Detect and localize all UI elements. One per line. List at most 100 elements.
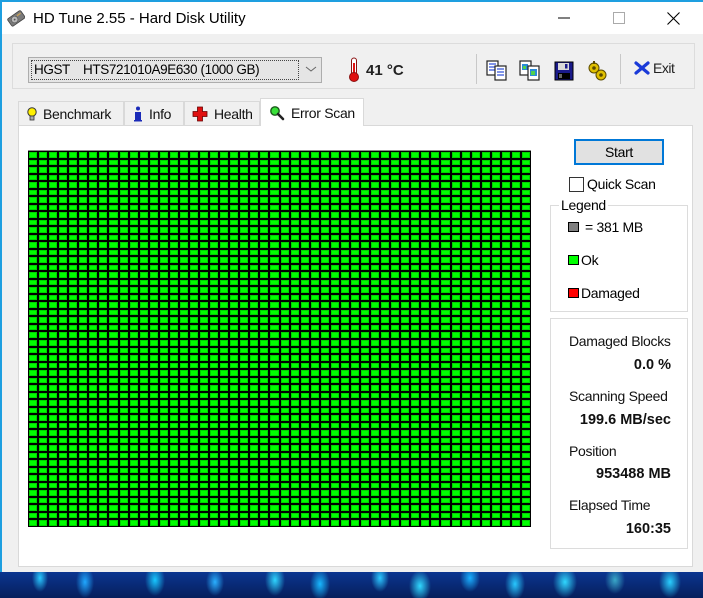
close-button[interactable] xyxy=(650,2,696,34)
scan-block-cell xyxy=(491,309,500,316)
scan-block-cell xyxy=(280,377,289,384)
scan-block-cell xyxy=(350,400,359,406)
scan-block-cell xyxy=(89,234,98,241)
scan-block-cell xyxy=(401,182,410,188)
scan-block-cell xyxy=(220,385,229,391)
scan-block-cell xyxy=(159,347,168,354)
minimize-button[interactable] xyxy=(541,2,587,34)
scan-block-cell xyxy=(79,422,88,429)
scan-block-cell xyxy=(270,234,279,241)
scan-block-cell xyxy=(330,339,339,346)
scan-block-cell xyxy=(290,249,299,256)
scan-block-cell xyxy=(270,437,279,444)
scan-block-cell xyxy=(360,249,370,256)
options-button[interactable] xyxy=(585,59,609,83)
scan-block-cell xyxy=(441,264,450,271)
start-button[interactable]: Start xyxy=(574,139,664,165)
scan-block-cell xyxy=(340,302,349,308)
tab-error-scan[interactable]: Error Scan xyxy=(260,98,364,126)
scan-block-cell xyxy=(230,452,239,459)
scan-block-cell xyxy=(481,355,490,361)
quick-scan-checkbox[interactable]: Quick Scan xyxy=(569,176,656,192)
scan-block-cell xyxy=(189,430,199,436)
scan-block-cell xyxy=(360,400,370,406)
save-button[interactable] xyxy=(552,59,576,83)
scan-block-cell xyxy=(29,317,38,323)
scan-block-cell xyxy=(29,332,38,338)
floppy-disk-icon xyxy=(554,61,574,81)
scan-block-cell xyxy=(99,467,108,474)
scan-block-cell xyxy=(471,324,480,331)
lightbulb-icon xyxy=(27,106,37,120)
scan-block-cell xyxy=(29,437,38,444)
scan-block-cell xyxy=(290,204,299,211)
scan-block-cell xyxy=(501,512,510,519)
scan-block-cell xyxy=(471,385,480,391)
scan-block-cell xyxy=(431,475,440,481)
scan-block-cell xyxy=(230,362,239,369)
copy-screenshot-button[interactable] xyxy=(518,59,542,83)
scan-block-cell xyxy=(250,219,259,226)
scan-block-cell xyxy=(240,189,249,196)
scan-block-cell xyxy=(270,197,279,203)
scan-block-cell xyxy=(350,152,359,158)
scan-block-cell xyxy=(189,512,199,519)
scan-block-cell xyxy=(139,497,148,504)
tab-info[interactable]: Info xyxy=(124,101,184,125)
scan-block-cell xyxy=(290,430,299,436)
scan-block-cell xyxy=(89,437,98,444)
scan-block-cell xyxy=(461,452,470,459)
scan-block-cell xyxy=(371,362,380,369)
scan-block-cell xyxy=(89,392,98,399)
scan-block-cell xyxy=(109,197,118,203)
scan-block-cell xyxy=(381,324,390,331)
scan-block-cell xyxy=(49,482,58,489)
scan-block-cell xyxy=(270,460,279,466)
scan-block-cell xyxy=(431,302,440,308)
scan-block-cell xyxy=(431,159,440,166)
scan-block-cell xyxy=(99,355,108,361)
scan-block-cell xyxy=(29,370,38,376)
scan-block-cell xyxy=(320,415,329,421)
scan-block-cell xyxy=(431,167,440,173)
scan-block-cell xyxy=(431,227,440,233)
title-bar[interactable]: HD Tune 2.55 - Hard Disk Utility xyxy=(2,2,703,34)
scan-block-cell xyxy=(280,309,289,316)
scan-block-cell xyxy=(139,407,148,414)
scan-block-cell xyxy=(491,362,500,369)
scan-block-cell xyxy=(210,400,219,406)
exit-button[interactable]: Exit xyxy=(634,60,675,76)
scan-block-cell xyxy=(260,452,269,459)
scan-block-cell xyxy=(360,490,370,496)
scan-block-cell xyxy=(401,512,410,519)
scan-block-cell xyxy=(59,159,68,166)
scan-block-cell xyxy=(69,505,78,511)
copy-text-button[interactable] xyxy=(485,59,509,83)
scan-block-cell xyxy=(521,197,530,203)
scan-block-cell xyxy=(200,287,209,293)
scan-block-cell xyxy=(401,174,410,181)
scan-block-cell xyxy=(200,272,209,278)
scan-block-cell xyxy=(521,392,530,399)
scan-block-cell xyxy=(360,347,370,354)
scan-block-cell xyxy=(240,497,249,504)
scan-block-cell xyxy=(391,497,400,504)
tab-health[interactable]: Health xyxy=(184,101,260,125)
scan-block-cell xyxy=(360,219,370,226)
scan-block-cell xyxy=(129,182,138,188)
checkbox-box[interactable] xyxy=(569,176,584,192)
scan-block-cell xyxy=(109,272,118,278)
scan-block-cell xyxy=(391,152,400,158)
scan-block-cell xyxy=(79,317,88,323)
legend-title: Legend xyxy=(559,197,608,213)
scan-block-cell xyxy=(330,512,339,519)
scan-block-cell xyxy=(360,309,370,316)
drive-select[interactable]: HGST HTS721010A9E630 (1000 GB) xyxy=(28,57,322,83)
scan-block-cell xyxy=(521,174,530,181)
scan-block-cell xyxy=(59,257,68,263)
maximize-button[interactable] xyxy=(596,2,642,34)
scan-block-cell xyxy=(320,242,329,248)
scan-block-cell xyxy=(270,355,279,361)
tab-benchmark[interactable]: Benchmark xyxy=(18,101,124,125)
scan-block-cell xyxy=(270,294,279,301)
